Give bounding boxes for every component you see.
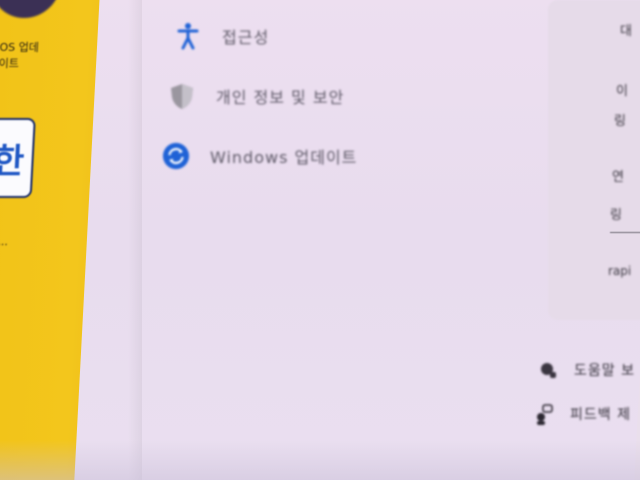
get-help-link[interactable]: 도움말 보 bbox=[538, 360, 635, 380]
right-text-2: 이 bbox=[616, 84, 628, 99]
feedback-link[interactable]: 피드백 제 bbox=[534, 404, 631, 425]
feedback-label: 피드백 제 bbox=[570, 407, 631, 423]
nav-item-windows-update[interactable]: Windows 업데이트 bbox=[162, 142, 357, 170]
right-text-3[interactable]: 링 bbox=[614, 110, 626, 129]
desktop-label-mid-line1: 설 bbox=[0, 218, 9, 234]
nav-item-privacy-security[interactable]: 개인 정보 및 보안 bbox=[168, 82, 344, 110]
screen: OS 업데 이트 한 설 트... 접근성 개인 정 bbox=[0, 0, 640, 480]
bottom-shade bbox=[0, 440, 640, 480]
accessibility-icon bbox=[174, 22, 202, 50]
right-divider bbox=[610, 232, 640, 233]
nav-label-accessibility: 접근성 bbox=[222, 28, 270, 47]
window-border bbox=[128, 0, 142, 480]
desktop-icon-label-mid[interactable]: 설 트... bbox=[0, 218, 9, 250]
get-help-label: 도움말 보 bbox=[574, 363, 635, 379]
desktop-shortcut-icon[interactable]: 한 bbox=[0, 118, 36, 198]
right-text-6: rapi bbox=[608, 264, 632, 278]
desktop-shortcut-glyph: 한 bbox=[0, 141, 26, 182]
help-icon bbox=[538, 360, 558, 380]
desktop-avatar-icon[interactable] bbox=[0, 0, 62, 18]
shield-icon bbox=[168, 82, 196, 110]
feedback-icon bbox=[534, 404, 554, 425]
nav-item-accessibility[interactable]: 접근성 bbox=[174, 22, 269, 50]
sync-icon bbox=[162, 142, 190, 170]
desktop-label-line2: 이트 bbox=[0, 57, 20, 70]
right-text-5[interactable]: 링 bbox=[610, 204, 622, 223]
right-text-4: 연 bbox=[612, 170, 624, 185]
desktop-label-mid-line2: 트... bbox=[0, 235, 9, 248]
desktop-label-line1: OS 업데 bbox=[0, 41, 40, 54]
desktop-icon-label-top[interactable]: OS 업데 이트 bbox=[0, 40, 39, 72]
nav-label-privacy-security: 개인 정보 및 보안 bbox=[216, 88, 345, 107]
nav-label-windows-update: Windows 업데이트 bbox=[210, 148, 358, 167]
right-text-1: 대 bbox=[620, 24, 632, 39]
